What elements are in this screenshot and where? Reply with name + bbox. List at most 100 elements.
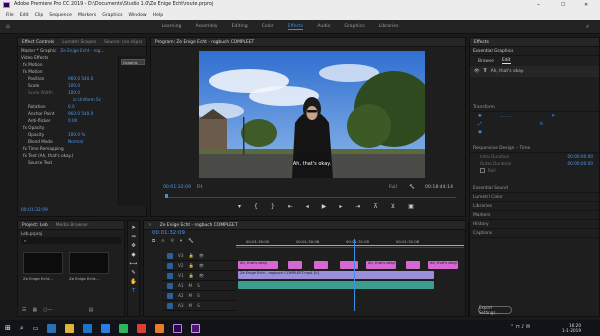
intro-duration-value[interactable]: 00:00:00:00 (567, 154, 593, 159)
workspace-graphics[interactable]: Graphics (344, 24, 364, 29)
icon-view-icon[interactable]: ▦ (32, 307, 37, 313)
effect-keyframe-area[interactable]: Graphic (118, 56, 147, 206)
windows-start-icon[interactable]: ⊞ (5, 324, 11, 332)
menu-file[interactable]: File (6, 13, 14, 18)
history-section[interactable]: History (470, 220, 599, 229)
audio-clip[interactable] (238, 281, 434, 289)
lock-icon[interactable]: 🔒 (189, 273, 194, 279)
effect-controls-timecode[interactable]: 00:01:32:09 (21, 208, 48, 213)
lumetri-color-section[interactable]: Lumetri Color (470, 193, 599, 202)
settings-icon[interactable]: 🔧 (188, 239, 194, 244)
text-clip[interactable] (340, 261, 358, 269)
play-icon[interactable]: ▶ (322, 203, 327, 210)
effects-title[interactable]: Effects (474, 40, 489, 45)
workspace-audio[interactable]: Audio (317, 24, 330, 29)
slip-tool-icon[interactable]: ⟷ (130, 261, 138, 267)
menu-edit[interactable]: Edit (20, 13, 29, 18)
selection-tool-icon[interactable]: ➤ (131, 225, 136, 231)
file-explorer-icon[interactable] (65, 323, 75, 333)
transform-section[interactable]: Transform (470, 103, 599, 112)
lift-icon[interactable]: ⊼ (373, 203, 377, 210)
essential-sound-section[interactable]: Essential Sound (470, 184, 599, 193)
step-back-icon[interactable]: ◂ (306, 203, 309, 210)
pen-tool-icon[interactable]: ✎ (131, 270, 136, 276)
snap-icon[interactable]: ∩ (161, 239, 164, 244)
tab-browse[interactable]: Browse (478, 59, 494, 64)
project-search-input[interactable]: ⌕ (21, 237, 121, 244)
lock-icon[interactable]: 🔒 (189, 253, 194, 259)
track-target-toggle[interactable] (167, 302, 173, 309)
step-forward-icon[interactable]: ▸ (339, 203, 342, 210)
text-clip[interactable]: Ah, that's okay. (238, 261, 278, 269)
position-icon[interactable]: ✚ (478, 114, 482, 119)
mail-icon[interactable] (101, 323, 111, 333)
list-view-icon[interactable]: ☰ (22, 307, 26, 313)
workspace-effects[interactable]: Effects (287, 24, 304, 30)
close-button[interactable]: ✕ (584, 2, 588, 8)
effect-property-value[interactable]: 0.00 (68, 118, 77, 123)
export-settings-button[interactable]: Export Settings... (478, 305, 512, 315)
add-marker-icon[interactable]: ▾ (238, 203, 241, 210)
store-icon[interactable] (83, 323, 93, 333)
maximize-button[interactable]: ☐ (561, 2, 565, 8)
effect-property-value[interactable]: 960.0 540.0 (68, 111, 93, 116)
search-icon[interactable]: ⌕ (586, 23, 589, 31)
menu-sequence[interactable]: Sequence (49, 13, 72, 18)
search-icon[interactable]: ⌕ (20, 324, 24, 333)
video-clip[interactable]: Ze Enige Echt - rogbuch COMPLEET.mp4 [V] (238, 271, 434, 279)
menu-graphics[interactable]: Graphics (102, 13, 122, 18)
position-values[interactable]: ···· ···· (500, 114, 511, 119)
text-clip[interactable] (314, 261, 328, 269)
effect-property-value[interactable]: 100.0 (68, 83, 80, 88)
program-timecode[interactable]: 00:01:32:09 (163, 185, 191, 190)
libraries-section[interactable]: Libraries (470, 202, 599, 211)
track-area[interactable]: Ah, that's okay. Ah, that's okay. Ah, th… (236, 239, 464, 313)
nest-icon[interactable]: ⧉ (152, 238, 155, 244)
effect-property-value[interactable]: Normal (68, 139, 83, 144)
opacity-icon[interactable]: ◉ (478, 130, 482, 135)
workspace-learning[interactable]: Learning (162, 24, 182, 29)
menu-markers[interactable]: Markers (78, 13, 96, 18)
close-sequence-icon[interactable]: ✕ (148, 223, 152, 228)
chrome-icon[interactable] (137, 323, 147, 333)
track-target-toggle[interactable] (167, 282, 173, 289)
tab-lumetri-scopes[interactable]: Lumetri Scopes (62, 40, 96, 45)
clock[interactable]: 16:20 1-1-2019 (562, 323, 581, 333)
tab-program[interactable]: Program: Ze Enige Echt - rogbuch COMPLEE… (155, 40, 254, 45)
system-tray-icons[interactable]: ⌃ ⊓ ♪ ✉ (510, 324, 530, 330)
playhead-marker[interactable] (165, 194, 168, 198)
responsive-design-section[interactable]: Responsive Design – Time (470, 144, 599, 153)
tab-media-browser[interactable]: Media Browser (56, 223, 88, 228)
markers-section[interactable]: Markers (470, 211, 599, 220)
go-to-in-icon[interactable]: ⇤ (288, 203, 293, 210)
text-clip[interactable] (406, 261, 420, 269)
workspace-color[interactable]: Color (262, 24, 274, 29)
wrench-icon[interactable]: 🔧 (409, 185, 415, 190)
quality-dropdown[interactable]: Full (389, 185, 397, 190)
minimize-button[interactable]: – (537, 1, 540, 8)
timeline-timecode[interactable]: 00:01:32:09 (144, 230, 465, 238)
project-item[interactable]: Ze Enige Echt... (69, 252, 109, 281)
effect-property-value[interactable]: 100.0 % (68, 132, 85, 137)
text-clip[interactable]: Ah, that's okay. (428, 261, 458, 269)
text-clip[interactable]: Ah, that's okay. (366, 261, 396, 269)
anchor-icon[interactable]: ✕ (551, 114, 555, 119)
scale-icon[interactable]: ⤢ (478, 121, 482, 127)
hand-tool-icon[interactable]: ✋ (130, 279, 137, 285)
solo-icon[interactable]: S (197, 283, 200, 288)
tab-source[interactable]: Source: (no clips) (104, 40, 142, 45)
eye-icon[interactable]: 👁 (199, 253, 204, 259)
export-frame-icon[interactable]: ▣ (408, 203, 414, 210)
track-target-toggle[interactable] (167, 292, 173, 299)
edge-icon[interactable] (47, 323, 57, 333)
mute-icon[interactable]: M (189, 283, 193, 288)
workspace-assembly[interactable]: Assembly (195, 24, 217, 29)
app-icon[interactable] (155, 323, 165, 333)
text-clip[interactable] (288, 261, 302, 269)
mute-icon[interactable]: M (189, 303, 193, 308)
razor-tool-icon[interactable]: ◆ (131, 252, 135, 258)
playhead[interactable] (354, 239, 355, 311)
extract-icon[interactable]: ⊻ (391, 203, 395, 210)
project-item[interactable]: Ze Enige Echt... (23, 252, 63, 281)
add-marker-icon[interactable]: ▾ (180, 239, 182, 244)
